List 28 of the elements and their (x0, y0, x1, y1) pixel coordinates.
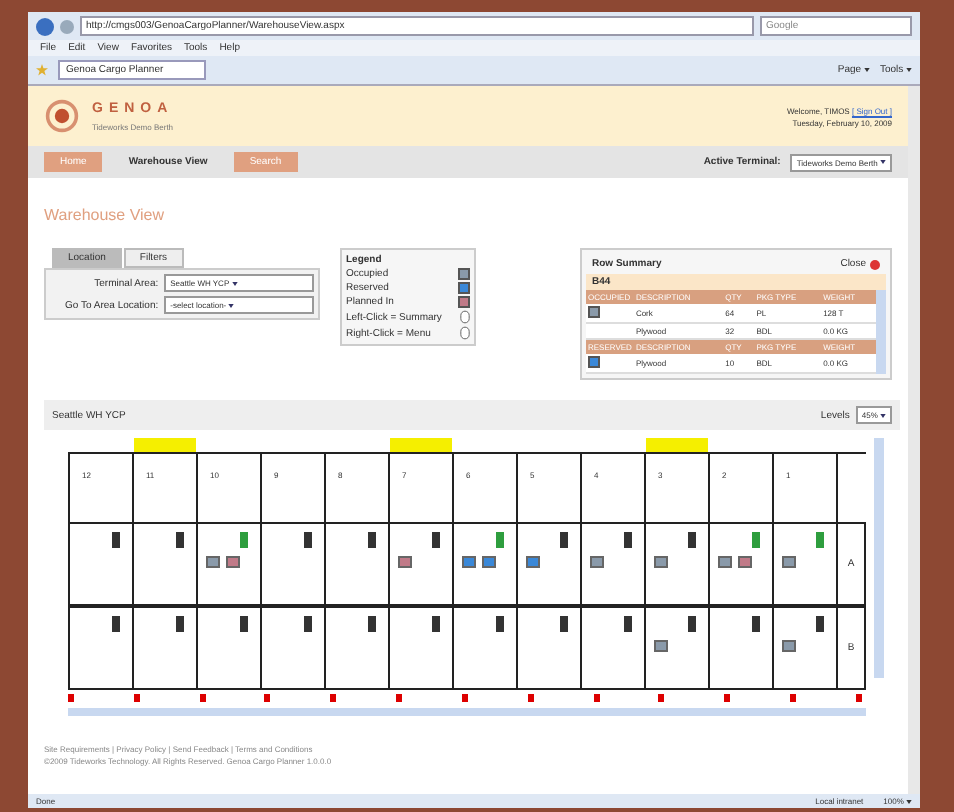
caret-icon (906, 67, 912, 72)
scrollbar[interactable] (68, 708, 866, 716)
column-marker (461, 694, 468, 702)
column-marker (724, 694, 731, 702)
column-marker (133, 694, 140, 702)
column-marker (658, 694, 665, 702)
column-marker (790, 694, 797, 702)
caret-icon (231, 281, 238, 286)
column-marker (527, 694, 534, 702)
column-marker (396, 694, 403, 702)
caret-icon (880, 413, 886, 418)
caret-icon (228, 303, 235, 308)
caret-icon (880, 160, 886, 165)
scrollbar[interactable] (874, 438, 884, 678)
column-marker (593, 694, 600, 702)
caret-icon (906, 799, 912, 804)
column-marker (199, 694, 206, 702)
caret-icon (863, 67, 870, 72)
column-marker (855, 694, 862, 702)
close-icon[interactable] (870, 259, 880, 269)
logo-icon (44, 98, 80, 134)
scrollbar[interactable] (876, 290, 886, 374)
column-marker (68, 694, 74, 702)
star-icon[interactable] (36, 64, 48, 76)
back-button[interactable] (36, 17, 54, 35)
column-marker (330, 694, 337, 702)
column-marker (264, 694, 271, 702)
page-title: Warehouse View (42, 204, 167, 228)
